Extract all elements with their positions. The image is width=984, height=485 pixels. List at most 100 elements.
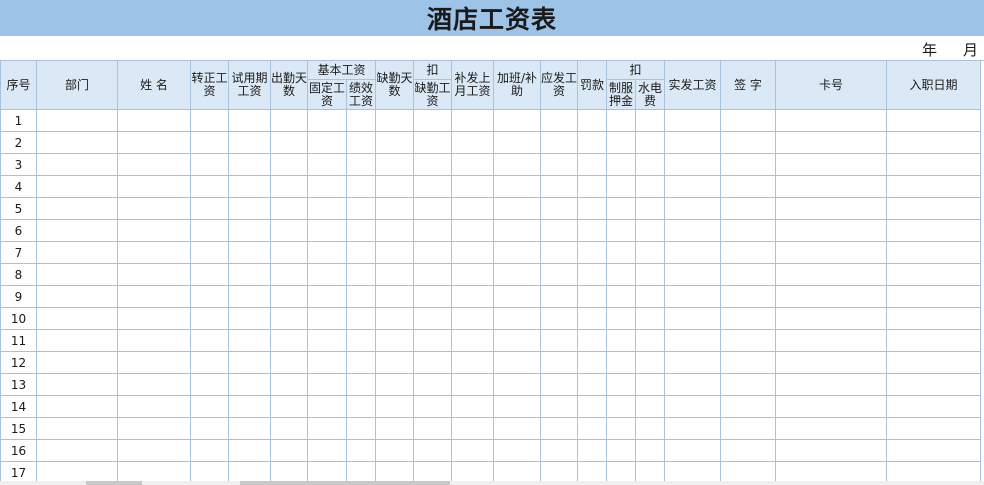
table-cell[interactable]	[493, 329, 542, 352]
table-cell[interactable]	[228, 307, 271, 330]
table-cell[interactable]	[606, 263, 637, 286]
table-cell[interactable]	[228, 153, 271, 176]
table-cell[interactable]	[775, 307, 888, 330]
table-cell[interactable]	[577, 395, 608, 418]
table-cell[interactable]	[451, 153, 495, 176]
table-cell[interactable]	[270, 197, 308, 220]
header-back-pay[interactable]: 补发上月工资	[451, 60, 495, 110]
table-cell[interactable]	[375, 219, 415, 242]
table-cell[interactable]	[307, 241, 347, 264]
month-label[interactable]: 月	[963, 39, 978, 60]
table-cell[interactable]	[635, 417, 666, 440]
table-cell[interactable]	[577, 263, 608, 286]
table-cell[interactable]	[664, 131, 722, 154]
header-signature[interactable]: 签 字	[720, 60, 777, 110]
year-label[interactable]: 年	[922, 39, 937, 60]
header-uniform-deposit[interactable]: 制服押金	[606, 79, 637, 110]
table-cell[interactable]	[117, 241, 191, 264]
table-cell[interactable]	[451, 285, 495, 308]
table-cell[interactable]	[228, 417, 271, 440]
table-cell[interactable]	[228, 395, 271, 418]
table-cell[interactable]	[577, 439, 608, 462]
table-cell[interactable]	[577, 241, 608, 264]
table-cell[interactable]	[664, 109, 722, 132]
table-cell[interactable]	[228, 219, 271, 242]
table-cell[interactable]	[190, 241, 229, 264]
table-cell[interactable]	[413, 395, 453, 418]
table-cell[interactable]	[228, 241, 271, 264]
table-cell[interactable]	[413, 373, 453, 396]
table-cell[interactable]	[540, 329, 579, 352]
table-cell[interactable]	[345, 241, 377, 264]
table-cell[interactable]	[635, 351, 666, 374]
table-cell[interactable]	[720, 307, 777, 330]
table-cell[interactable]	[228, 329, 271, 352]
table-cell[interactable]	[886, 109, 982, 132]
table-cell[interactable]	[413, 307, 453, 330]
table-cell[interactable]	[886, 241, 982, 264]
table-cell[interactable]	[36, 373, 118, 396]
table-cell[interactable]	[540, 307, 579, 330]
table-cell[interactable]	[451, 219, 495, 242]
table-cell[interactable]	[413, 263, 453, 286]
table-cell[interactable]	[413, 417, 453, 440]
table-cell[interactable]	[720, 131, 777, 154]
table-cell[interactable]	[345, 351, 377, 374]
table-cell[interactable]	[307, 197, 347, 220]
table-cell[interactable]	[228, 285, 271, 308]
table-cell[interactable]	[775, 329, 888, 352]
table-cell[interactable]	[493, 175, 542, 198]
table-cell[interactable]	[720, 329, 777, 352]
table-cell[interactable]	[886, 329, 982, 352]
table-cell[interactable]	[606, 175, 637, 198]
table-cell[interactable]	[270, 241, 308, 264]
table-cell[interactable]	[117, 417, 191, 440]
table-cell[interactable]	[664, 395, 722, 418]
table-cell[interactable]	[190, 439, 229, 462]
table-cell[interactable]	[345, 175, 377, 198]
table-cell[interactable]	[886, 153, 982, 176]
header-deduct-1[interactable]: 扣	[413, 60, 453, 80]
table-cell[interactable]	[270, 439, 308, 462]
table-cell[interactable]	[345, 329, 377, 352]
table-cell[interactable]	[664, 175, 722, 198]
table-cell[interactable]	[540, 109, 579, 132]
table-cell[interactable]	[606, 197, 637, 220]
table-cell[interactable]	[307, 175, 347, 198]
table-cell[interactable]	[720, 285, 777, 308]
table-cell[interactable]	[375, 175, 415, 198]
table-cell[interactable]	[886, 351, 982, 374]
header-name[interactable]: 姓 名	[117, 60, 191, 110]
table-cell[interactable]	[345, 197, 377, 220]
table-cell[interactable]	[635, 285, 666, 308]
table-cell[interactable]	[775, 263, 888, 286]
table-cell[interactable]	[375, 153, 415, 176]
table-cell[interactable]	[493, 351, 542, 374]
table-cell[interactable]	[375, 241, 415, 264]
table-cell[interactable]	[886, 219, 982, 242]
row-number-cell[interactable]: 9	[0, 285, 37, 308]
table-cell[interactable]	[720, 417, 777, 440]
table-cell[interactable]	[577, 131, 608, 154]
table-cell[interactable]	[540, 241, 579, 264]
table-cell[interactable]	[664, 307, 722, 330]
table-cell[interactable]	[375, 307, 415, 330]
header-absence-days[interactable]: 缺勤天数	[375, 60, 415, 110]
table-cell[interactable]	[190, 351, 229, 374]
table-cell[interactable]	[775, 285, 888, 308]
table-cell[interactable]	[886, 439, 982, 462]
table-cell[interactable]	[345, 285, 377, 308]
table-cell[interactable]	[117, 153, 191, 176]
header-attendance-days[interactable]: 出勤天数	[270, 60, 308, 110]
table-cell[interactable]	[375, 197, 415, 220]
table-cell[interactable]	[190, 131, 229, 154]
table-cell[interactable]	[606, 241, 637, 264]
table-cell[interactable]	[375, 351, 415, 374]
scrollbar-thumb[interactable]	[240, 481, 450, 485]
table-cell[interactable]	[635, 241, 666, 264]
table-cell[interactable]	[413, 241, 453, 264]
row-number-cell[interactable]: 1	[0, 109, 37, 132]
table-cell[interactable]	[451, 395, 495, 418]
table-cell[interactable]	[720, 395, 777, 418]
table-cell[interactable]	[375, 285, 415, 308]
